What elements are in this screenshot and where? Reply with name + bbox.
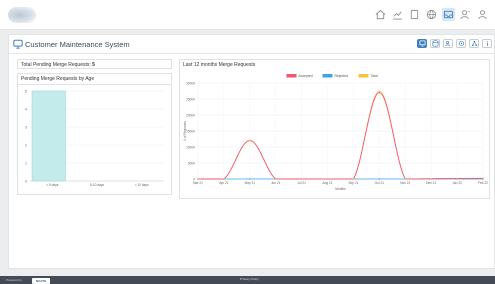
total-pending-panel: Total Pending Merge Requests: 5 [17, 59, 172, 69]
series-line [197, 90, 484, 180]
home-icon[interactable] [374, 8, 387, 21]
y-axis-label: # of Requests [183, 121, 187, 141]
x-tick-label: Oct 21 [375, 181, 385, 185]
data-point [352, 178, 355, 180]
pending-by-age-panel: Pending Merge Requests by Age 0 1 2 3 4 5 < 5 … [17, 73, 172, 195]
data-point [456, 177, 458, 180]
y-tick-label: 30000 [186, 81, 195, 85]
data-point [430, 177, 432, 180]
globe-icon[interactable] [425, 8, 438, 21]
bar [31, 90, 66, 182]
monthly-line-chart: 050001000015000200002500030000Mar 21 Apr … [183, 74, 488, 191]
x-tick-label: Nov 21 [400, 181, 410, 185]
age-bar-chart: 0 1 2 3 4 5 < 5 days 5-10 days > 10 days [25, 90, 164, 187]
monthly-trend-title: Last 12 months Merge Requests [183, 62, 256, 68]
y-tick-label: 1 [25, 162, 27, 166]
legend-label: Rejected [335, 74, 348, 78]
x-tick-label: Aug 21 [322, 181, 332, 185]
privacy-policy-link[interactable]: Privacy Policy [240, 277, 259, 281]
users-view-button[interactable] [443, 39, 453, 48]
top-icon-group [374, 8, 489, 21]
data-point [223, 178, 225, 180]
settings-view-button[interactable] [456, 39, 466, 48]
y-tick-label: 2 [25, 144, 27, 148]
y-tick-label: 4 [25, 108, 27, 112]
x-tick-label: Jan 22 [452, 181, 462, 185]
inbox-icon[interactable] [442, 8, 455, 21]
total-pending-label: Total Pending Merge Requests: [21, 62, 91, 68]
data-point [378, 91, 381, 94]
x-tick-label: < 5 days [46, 183, 59, 187]
y-tick-label: 5000 [188, 161, 195, 165]
x-tick-label: 5-10 days [90, 183, 104, 187]
powered-by-text: Powered by [6, 278, 22, 282]
dashboard-card: Customer Maintenance System Total Pendin… [8, 34, 495, 269]
y-tick-label: 15000 [186, 129, 195, 133]
y-tick-label: 10000 [186, 145, 195, 149]
data-point [482, 177, 484, 180]
info-view-button[interactable] [482, 39, 492, 48]
database-view-button[interactable] [430, 39, 440, 48]
footer-logo[interactable]: NCATS [32, 278, 50, 284]
data-point [326, 178, 329, 180]
data-point [249, 178, 251, 180]
user-icon[interactable] [476, 8, 489, 21]
x-tick-label: > 10 days [135, 183, 149, 187]
dashboard-header: Customer Maintenance System [9, 35, 494, 54]
data-point [197, 178, 199, 180]
chart-icon[interactable] [391, 8, 404, 21]
pending-by-age-title: Pending Merge Requests by Age [18, 74, 171, 85]
data-point [378, 178, 381, 180]
app-title: Customer Maintenance System [25, 40, 130, 49]
monthly-trend-panel: Last 12 months Merge Requests 0 5000 10000… [179, 59, 490, 199]
page-footer: Powered by NCATS Privacy Policy [0, 276, 495, 284]
y-tick-label: 5 [25, 90, 27, 94]
document-icon[interactable] [408, 8, 421, 21]
legend-swatch [322, 74, 333, 78]
x-tick-label: Sep 21 [348, 181, 358, 185]
y-tick-label: 20000 [186, 113, 195, 117]
network-view-button[interactable] [469, 39, 479, 48]
x-tick-label: Dec 21 [426, 181, 436, 185]
data-point [404, 178, 406, 180]
data-point [300, 178, 303, 180]
x-tick-label: Jul 21 [297, 181, 306, 185]
brand-logo[interactable] [8, 7, 36, 23]
legend-label: Total [371, 74, 378, 78]
x-axis-label: Months [335, 187, 346, 191]
x-tick-label: May 21 [245, 181, 256, 185]
view-toolbar [417, 39, 492, 48]
x-tick-label: Apr 21 [219, 181, 229, 185]
x-tick-label: Jun 21 [271, 181, 281, 185]
x-tick-label: Mar 21 [193, 181, 203, 185]
data-point [378, 90, 381, 92]
legend-label: Accepted [299, 74, 313, 78]
user-settings-icon[interactable] [459, 8, 472, 21]
top-navigation-bar [0, 0, 495, 30]
legend-swatch [358, 74, 369, 78]
series-line [197, 92, 484, 180]
y-tick-label: 25000 [186, 97, 195, 101]
data-point [275, 178, 277, 180]
x-tick-label: Feb 22 [478, 181, 488, 185]
dashboard-view-button[interactable] [417, 39, 427, 48]
total-pending-value: 5 [92, 62, 95, 68]
monitor-icon [13, 39, 23, 49]
legend-swatch [286, 74, 297, 78]
y-tick-label: 0 [25, 180, 27, 184]
data-point [249, 139, 251, 142]
y-tick-label: 3 [25, 126, 27, 130]
